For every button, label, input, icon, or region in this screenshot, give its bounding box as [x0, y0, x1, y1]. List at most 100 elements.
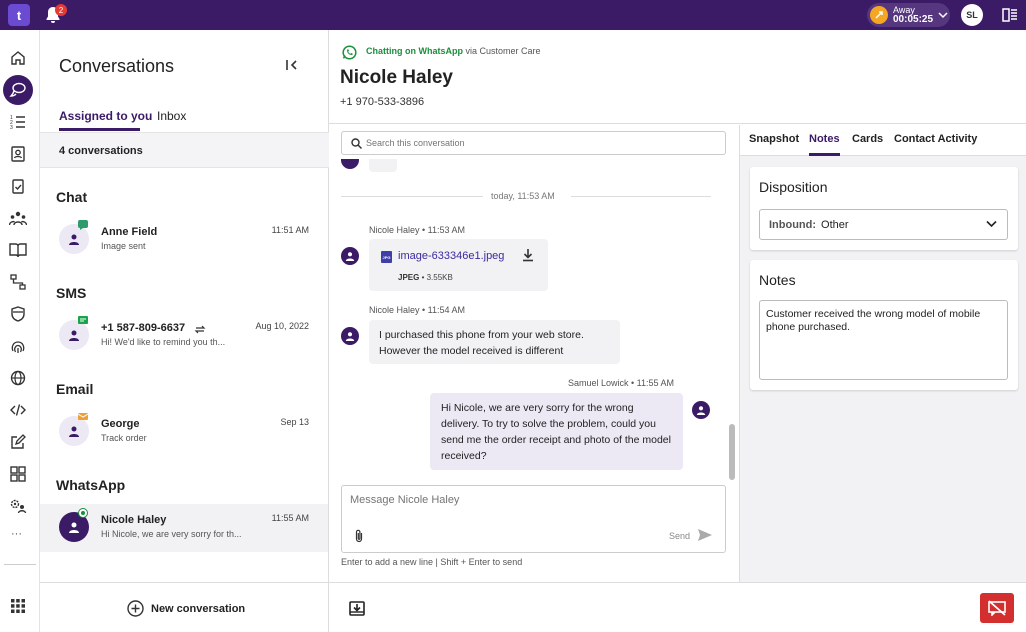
edit-icon[interactable] [8, 432, 28, 452]
tasks-icon[interactable] [8, 176, 28, 196]
whatsapp-icon [342, 45, 357, 60]
file-info: JPEG • 3.55KB [398, 273, 453, 282]
plus-circle-icon [127, 600, 144, 617]
search-input[interactable] [366, 138, 716, 148]
user-avatar[interactable]: SL [961, 4, 983, 26]
knowledge-book-icon[interactable] [8, 240, 28, 260]
left-rail: 123 ··· [0, 30, 40, 632]
file-name-link[interactable]: image-633346e1.jpeg [398, 250, 504, 262]
shield-icon[interactable] [8, 304, 28, 324]
disposition-value: Other [821, 218, 849, 231]
conversation-time: 11:55 AM [271, 513, 309, 523]
top-bar: t 2 Away 00:05:25 SL [0, 0, 1026, 30]
tab-notes[interactable]: Notes [809, 133, 840, 145]
conversation-name: +1 587-809-6637 [101, 322, 186, 334]
svg-text:3: 3 [10, 125, 13, 130]
contact-message-avatar [341, 247, 359, 265]
send-label: Send [669, 531, 691, 541]
chevron-down-icon [938, 12, 948, 19]
end-conversation-button[interactable] [980, 593, 1014, 623]
conversation-item[interactable]: +1 587-809-6637 Hi! We'd like to remind … [40, 312, 328, 360]
tab-contact-activity[interactable]: Contact Activity [894, 133, 977, 145]
code-icon[interactable] [8, 400, 28, 420]
notification-badge: 2 [55, 4, 67, 16]
disposition-select[interactable]: Inbound: Other [759, 209, 1008, 240]
settings-people-icon[interactable] [8, 496, 28, 516]
teams-icon[interactable] [8, 208, 28, 228]
channel-status: Chatting on WhatsApp via Customer Care [366, 46, 541, 56]
message-meta: Samuel Lowick • 11:55 AM [568, 378, 675, 388]
conversation-snippet: Image sent [101, 241, 146, 251]
conversations-icon[interactable] [8, 80, 28, 100]
agent-status-button[interactable]: Away 00:05:25 [867, 3, 950, 27]
more-icon[interactable]: ··· [11, 528, 22, 540]
side-panel-icon[interactable] [1002, 8, 1018, 22]
sms-channel-icon [78, 316, 88, 324]
app-logo[interactable]: t [8, 4, 30, 26]
grid-menu-icon[interactable] [8, 596, 28, 616]
tab-inbox[interactable]: Inbox [157, 109, 186, 123]
group-title-email: Email [56, 381, 94, 397]
conversation-search[interactable] [341, 131, 726, 155]
conversation-count: 4 conversations [59, 145, 143, 157]
flow-icon[interactable] [8, 272, 28, 292]
transfer-icon [194, 325, 206, 334]
contact-name: Nicole Haley [340, 67, 453, 88]
active-tab-indicator [809, 153, 840, 156]
rail-divider [4, 564, 36, 565]
conversation-time: Sep 13 [280, 417, 309, 427]
new-conversation-button[interactable]: New conversation [127, 600, 245, 617]
disposition-card: Disposition Inbound: Other [750, 167, 1018, 250]
compose-hint: Enter to add a new line | Shift + Enter … [341, 557, 523, 567]
apps-icon[interactable] [8, 464, 28, 484]
conversation-item-selected[interactable]: Nicole Haley Hi Nicole, we are very sorr… [40, 504, 328, 552]
conversation-snippet: Hi! We'd like to remind you th... [101, 337, 226, 347]
divider-line [571, 196, 711, 197]
conversations-title: Conversations [59, 56, 175, 76]
conversation-snippet: Hi Nicole, we are very sorry for th... [101, 529, 241, 539]
chat-scrollbar[interactable] [729, 424, 735, 480]
list-icon[interactable]: 123 [8, 112, 28, 132]
outgoing-message: Hi Nicole, we are very sorry for the wro… [430, 393, 683, 470]
home-icon[interactable] [8, 48, 28, 68]
conversation-item[interactable]: Anne Field Image sent 11:51 AM [40, 216, 328, 264]
message-meta: Nicole Haley • 11:53 AM [369, 225, 466, 235]
contact-phone: +1 970-533-3896 [340, 96, 425, 108]
away-status-icon [870, 6, 888, 24]
bottom-action-bar [329, 582, 1026, 632]
conversation-name: Anne Field [101, 226, 158, 238]
contact-message-avatar [341, 327, 359, 345]
conversation-count-bar: 4 conversations [40, 132, 329, 168]
inbox-download-icon[interactable] [349, 601, 365, 616]
contacts-icon[interactable] [8, 144, 28, 164]
tab-snapshot[interactable]: Snapshot [749, 133, 799, 145]
email-channel-icon [78, 413, 88, 420]
message-input[interactable] [350, 494, 710, 512]
chevron-down-icon [986, 220, 997, 228]
group-title-whatsapp: WhatsApp [56, 477, 126, 493]
globe-icon[interactable] [8, 368, 28, 388]
disposition-label: Inbound: [769, 218, 817, 231]
notes-textarea[interactable]: Customer received the wrong model of mob… [759, 300, 1008, 380]
agent-message-avatar [692, 401, 710, 419]
details-tabs: Snapshot Notes Cards Contact Activity [740, 125, 1026, 156]
conversation-item[interactable]: George Track order Sep 13 [40, 408, 328, 456]
new-conversation-label: New conversation [151, 602, 246, 615]
conversation-snippet: Track order [101, 433, 147, 443]
download-icon[interactable] [521, 248, 535, 262]
notes-title: Notes [759, 272, 796, 288]
previous-message-avatar [341, 159, 359, 169]
fingerprint-icon[interactable] [8, 336, 28, 356]
incoming-message: I purchased this phone from your web sto… [369, 320, 620, 364]
paperclip-icon[interactable] [354, 529, 364, 543]
collapse-panel-icon[interactable] [285, 58, 299, 72]
tab-cards[interactable]: Cards [852, 133, 883, 145]
end-chat-icon [988, 600, 1006, 616]
jpeg-file-icon: JPG [381, 251, 392, 263]
conversation-name: Nicole Haley [101, 514, 167, 526]
chat-channel-icon [78, 220, 88, 230]
conversation-time: Aug 10, 2022 [255, 321, 309, 331]
file-attachment-message[interactable]: JPG image-633346e1.jpeg JPEG • 3.55KB [369, 239, 548, 291]
tab-assigned-to-you[interactable]: Assigned to you [59, 109, 152, 123]
send-icon[interactable] [697, 528, 713, 542]
